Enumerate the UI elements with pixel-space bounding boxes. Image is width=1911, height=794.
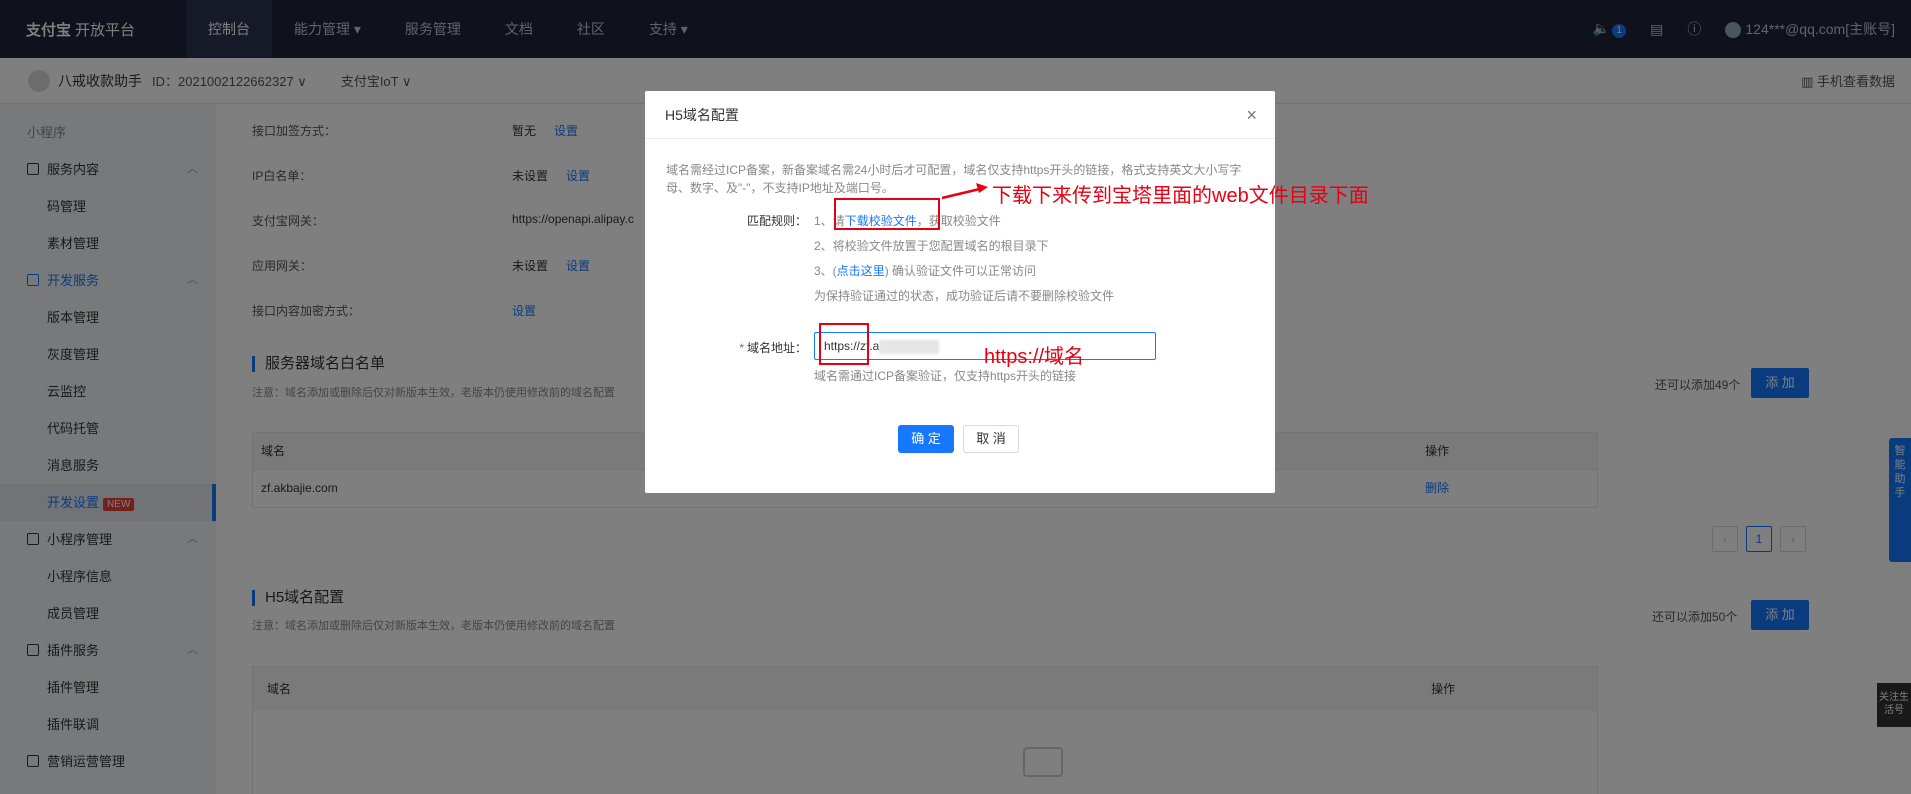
click-here-link[interactable]: 点击这里 (837, 264, 885, 278)
label-text: 域名地址： (746, 341, 807, 355)
rule-step-note: 为保持验证通过的状态，成功验证后请不要删除校验文件 (814, 289, 1115, 303)
cancel-button[interactable]: 取 消 (963, 425, 1019, 453)
rule-step-3: 3、(点击这里) 确认验证文件可以正常访问 (814, 262, 1036, 279)
domain-hint: 域名需通过ICP备案验证，仅支持https开头的链接 (814, 369, 1077, 383)
annotation-box-download (834, 198, 940, 230)
step-text: ) 确认验证文件可以正常访问 (884, 264, 1037, 278)
rule-label: 匹配规则： (746, 214, 807, 228)
required-mark: * (739, 341, 744, 355)
h5-domain-config-modal: H5域名配置 × 域名需经过ICP备案，新备案域名需24小时后才可配置，域名仅支… (645, 91, 1275, 493)
close-icon[interactable]: × (1246, 91, 1257, 139)
confirm-button[interactable]: 确 定 (898, 425, 954, 453)
blurred-text (879, 339, 940, 354)
step-text: 3、( (814, 264, 837, 278)
annotation-note-https: https://域名 (984, 346, 1085, 368)
annotation-arrow-icon (941, 183, 988, 200)
annotation-note-upload: 下载下来传到宝塔里面的web文件目录下面 (992, 185, 1369, 207)
rule-step-2: 2、将校验文件放置于您配置域名的根目录下 (814, 239, 1049, 253)
modal-header: H5域名配置 × (645, 91, 1275, 139)
domain-address-label: * 域名地址： (715, 339, 807, 356)
modal-title: H5域名配置 (665, 107, 739, 123)
annotation-box-https (819, 323, 869, 365)
